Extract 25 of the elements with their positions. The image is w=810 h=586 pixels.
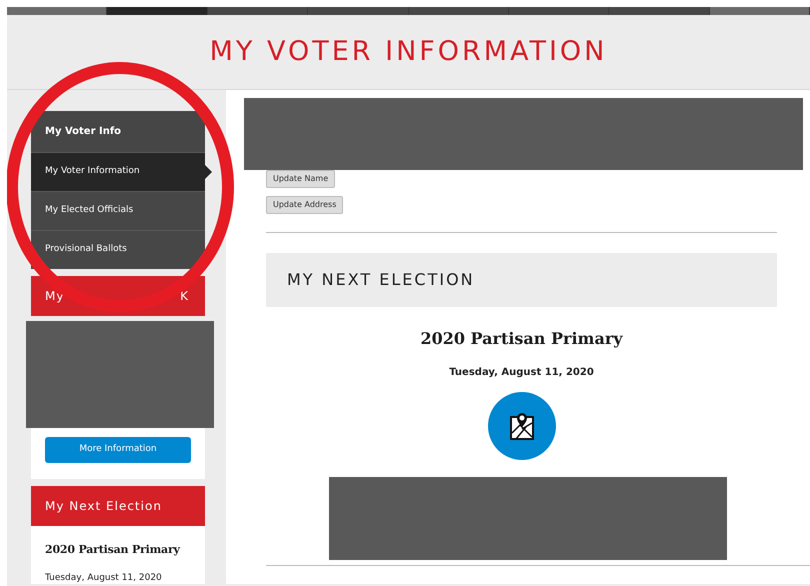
nav-tab[interactable]	[308, 7, 408, 15]
caret-icon	[205, 165, 212, 179]
election-date: Tuesday, August 11, 2020	[45, 572, 163, 584]
section-title: MY NEXT ELECTION	[266, 253, 777, 307]
nav-tab[interactable]	[710, 7, 810, 15]
nav-tab[interactable]	[408, 7, 509, 15]
update-button[interactable]: Update Name	[266, 170, 336, 188]
sidebar-item[interactable]: My Elected Officials	[31, 191, 205, 230]
nav-tab[interactable]	[508, 7, 610, 15]
nav-tab[interactable]	[107, 7, 208, 15]
election-date: Tuesday, August 11, 2020	[449, 366, 594, 380]
nav-tab[interactable]	[609, 7, 710, 15]
sidebar-item[interactable]: My Voter Information	[31, 152, 205, 191]
election-name: 2020 Partisan Primary	[420, 328, 623, 350]
more-information-button[interactable]: More Information	[45, 436, 191, 463]
menu-title: My Voter Info	[31, 111, 205, 152]
header-text: K	[180, 288, 189, 305]
election-name: 2020 Partisan Primary	[45, 542, 182, 558]
sidebar-item[interactable]: Provisional Ballots	[31, 230, 205, 269]
card-header: My Next Election	[31, 486, 205, 526]
nav-tab[interactable]	[208, 7, 308, 15]
nav-tab[interactable]	[7, 7, 108, 15]
header-text: My	[45, 288, 64, 305]
update-button[interactable]: Update Address	[266, 196, 344, 214]
page-title: MY VOTER INFORMATION	[210, 36, 608, 68]
